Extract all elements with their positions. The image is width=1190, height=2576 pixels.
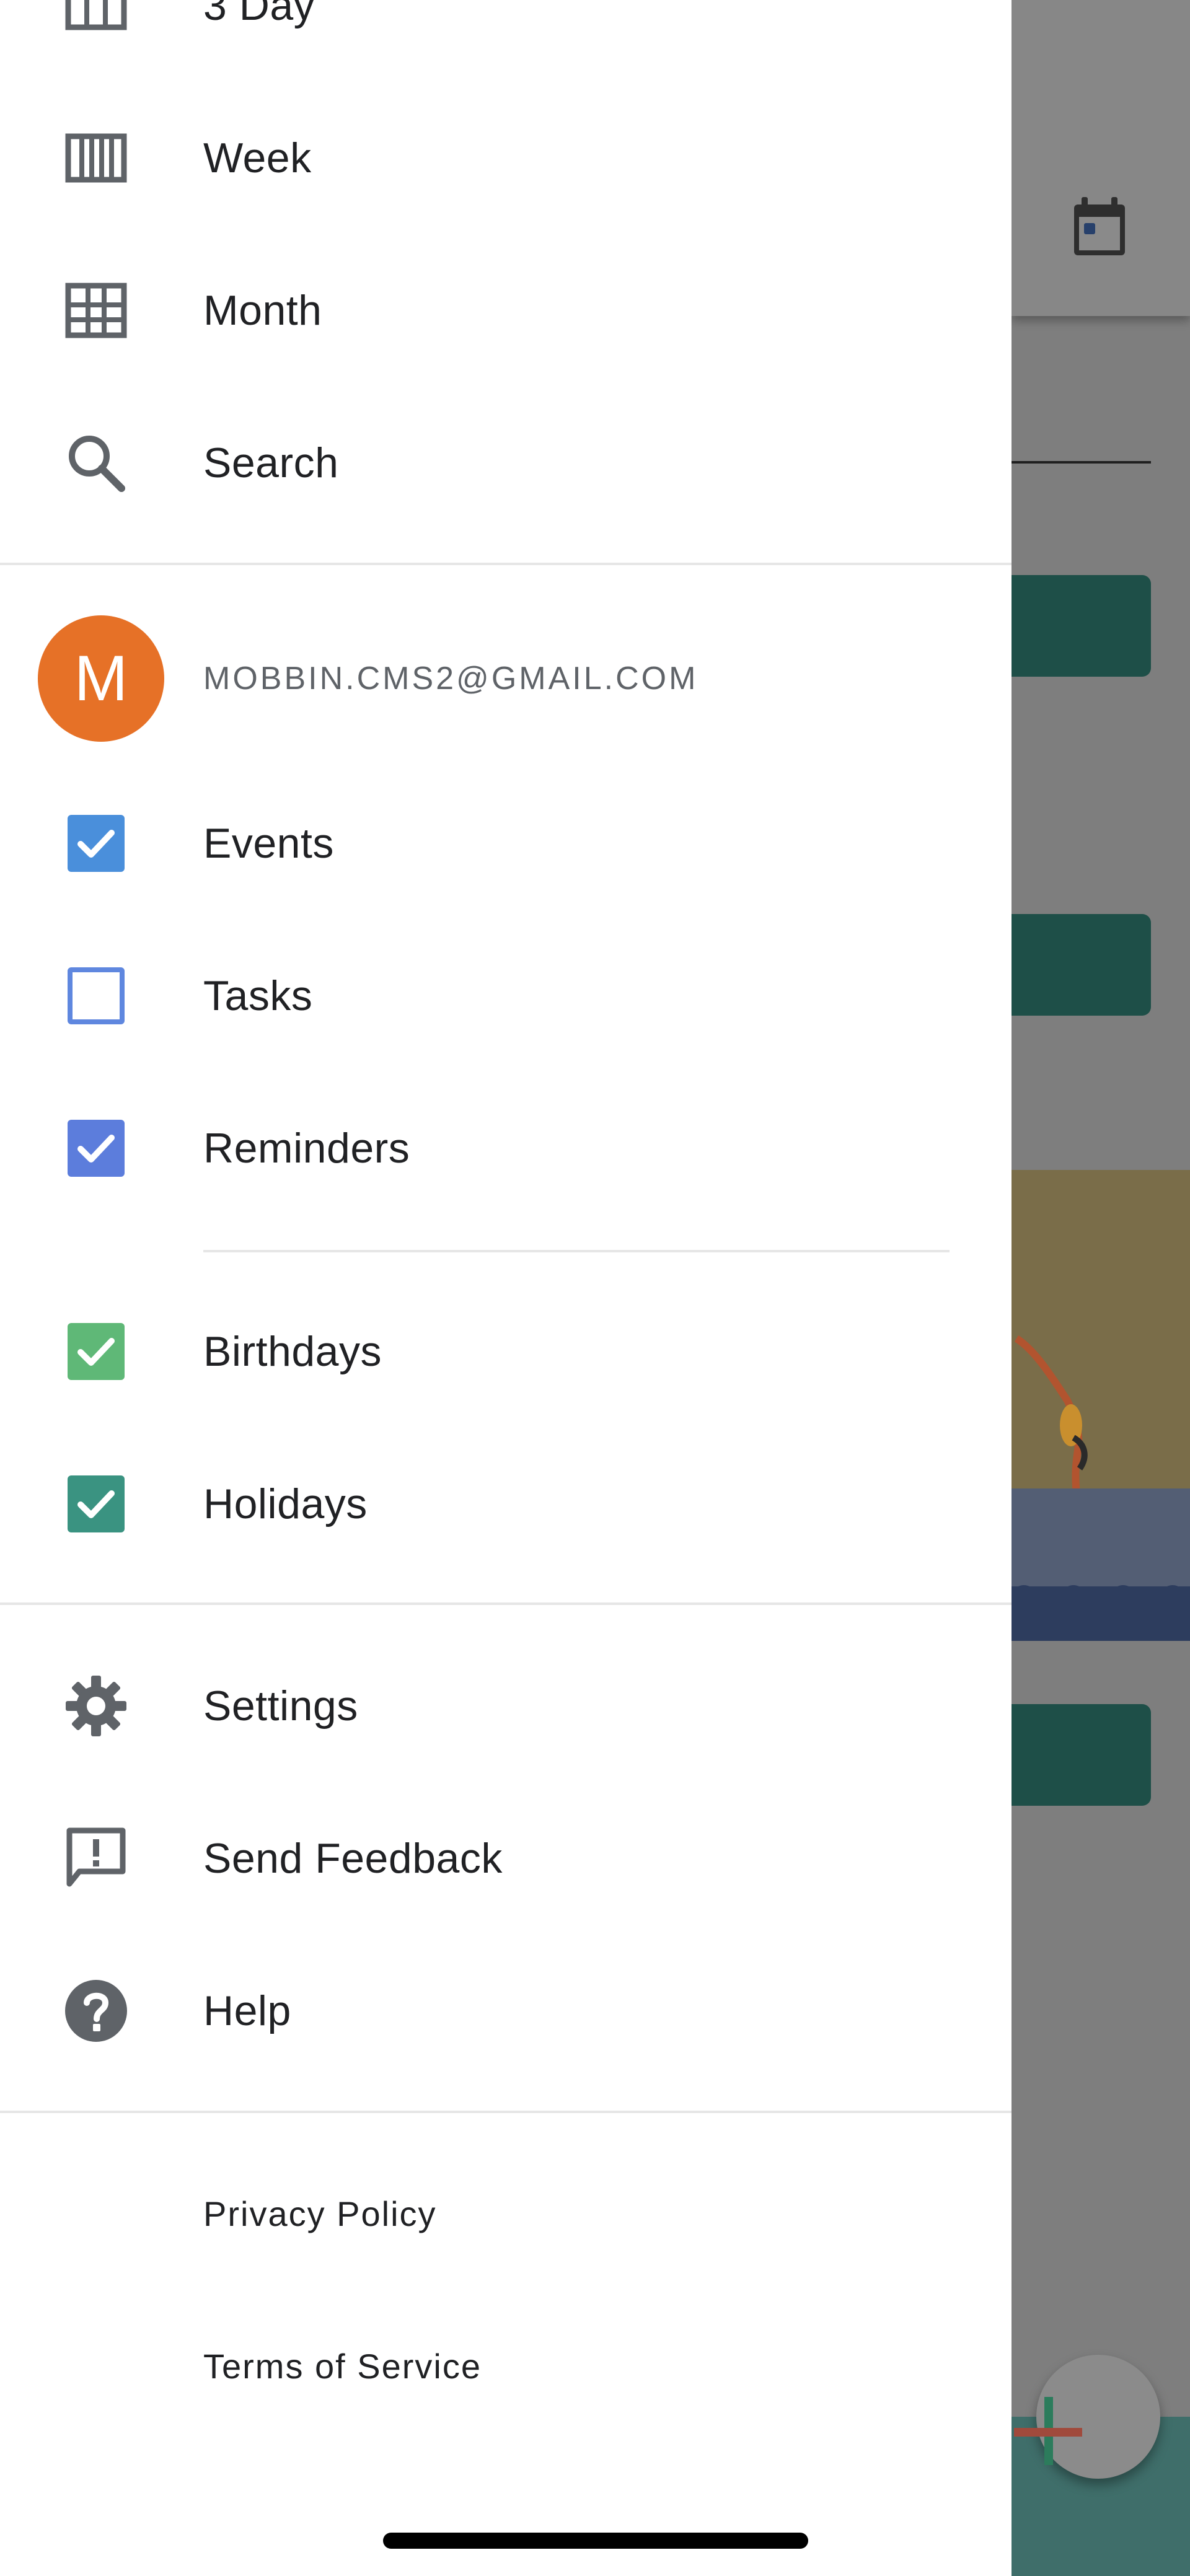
calendar-toggle-tasks[interactable]: Tasks — [0, 920, 1011, 1072]
view-month-label: Month — [203, 287, 322, 334]
view-month[interactable]: Month — [0, 234, 1011, 387]
calendar-toggle-events[interactable]: Events — [0, 767, 1011, 920]
feedback-icon — [62, 1824, 130, 1892]
background-divider — [1011, 461, 1151, 464]
help-menu-item[interactable]: Help — [0, 1935, 1011, 2087]
check-icon — [77, 830, 115, 858]
home-indicator[interactable] — [383, 2533, 808, 2549]
drawer-divider — [0, 1602, 1011, 1605]
check-icon — [77, 1135, 115, 1163]
create-event-fab[interactable] — [1036, 2355, 1160, 2479]
holidays-checkbox-wrapper — [62, 1470, 130, 1538]
holidays-label: Holidays — [203, 1480, 368, 1528]
events-checkbox[interactable] — [68, 815, 125, 872]
birthdays-label: Birthdays — [203, 1328, 382, 1375]
reminders-label: Reminders — [203, 1125, 410, 1172]
background-illustration-deep-sea — [1011, 1586, 1190, 1641]
view-week-label: Week — [203, 134, 312, 182]
account-header[interactable]: M MOBBIN.CMS2@GMAIL.COM — [0, 595, 1011, 762]
view-search-label: Search — [203, 439, 339, 486]
holidays-checkbox[interactable] — [68, 1475, 125, 1532]
background-event-chip — [1011, 1704, 1151, 1806]
background-app-bar — [1011, 0, 1190, 316]
account-email: MOBBIN.CMS2@GMAIL.COM — [203, 661, 699, 697]
reminders-checkbox[interactable] — [68, 1120, 125, 1177]
background-diver-figure — [1014, 1335, 1088, 1500]
drawer-divider — [0, 563, 1011, 565]
tasks-checkbox[interactable] — [68, 967, 125, 1024]
background-event-chip — [1011, 914, 1151, 1016]
check-icon — [77, 1490, 115, 1518]
drawer-divider — [0, 2111, 1011, 2113]
send-feedback-label: Send Feedback — [203, 1835, 503, 1882]
view-search[interactable]: Search — [0, 387, 1011, 539]
background-app-scrim[interactable] — [1011, 0, 1190, 2576]
birthdays-checkbox-wrapper — [62, 1317, 130, 1386]
terms-of-service-link[interactable]: Terms of Service — [203, 2290, 482, 2443]
today-calendar-icon — [1074, 197, 1125, 255]
tasks-checkbox-wrapper — [62, 962, 130, 1030]
calendar-toggle-birthdays[interactable]: Birthdays — [0, 1275, 1011, 1428]
background-event-chip — [1011, 575, 1151, 677]
check-icon — [77, 1338, 115, 1366]
help-icon — [62, 1977, 130, 2045]
navigation-drawer: 3 Day Week Month Search M MOBBIN.CMS2@GM… — [0, 0, 1011, 2576]
calendar-toggle-holidays[interactable]: Holidays — [0, 1428, 1011, 1580]
settings-menu-item[interactable]: Settings — [0, 1630, 1011, 1782]
search-icon — [62, 429, 130, 497]
gear-icon — [62, 1672, 130, 1740]
three-day-view-icon — [62, 0, 130, 40]
calendar-group-divider — [203, 1250, 950, 1252]
fab-plus-icon — [1014, 2428, 1082, 2437]
send-feedback-menu-item[interactable]: Send Feedback — [0, 1782, 1011, 1935]
month-view-icon — [62, 276, 130, 345]
avatar: M — [38, 615, 164, 742]
settings-label: Settings — [203, 1682, 358, 1730]
tasks-label: Tasks — [203, 972, 313, 1019]
view-3day-label: 3 Day — [203, 0, 315, 29]
birthdays-checkbox[interactable] — [68, 1323, 125, 1380]
view-3day[interactable]: 3 Day — [0, 0, 1011, 82]
help-label: Help — [203, 1987, 291, 2034]
view-week[interactable]: Week — [0, 82, 1011, 234]
calendar-toggle-reminders[interactable]: Reminders — [0, 1072, 1011, 1224]
events-label: Events — [203, 820, 334, 867]
events-checkbox-wrapper — [62, 809, 130, 877]
week-view-icon — [62, 124, 130, 192]
reminders-checkbox-wrapper — [62, 1114, 130, 1182]
privacy-policy-link[interactable]: Privacy Policy — [203, 2138, 437, 2290]
